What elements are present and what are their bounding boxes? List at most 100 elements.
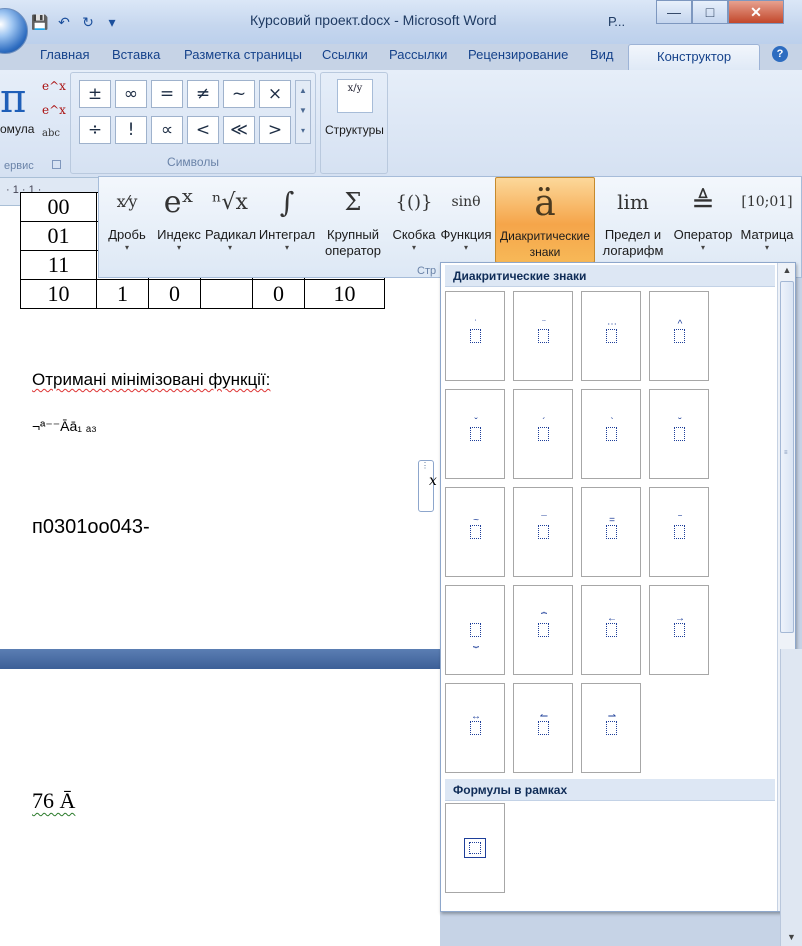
bracket-button[interactable]: {()} Скобка ▾ [391, 177, 437, 263]
tab-view[interactable]: Вид [590, 47, 614, 62]
accent-placeholder-icon: ^ [673, 320, 685, 343]
accent-placeholder-icon: ˘ [673, 418, 685, 441]
symbol-factorial[interactable]: ! [115, 116, 147, 144]
redo-icon[interactable]: ↻ [78, 12, 98, 32]
save-icon[interactable]: 💾 [30, 12, 50, 32]
linear-format-icon[interactable]: e^x [42, 98, 66, 122]
symbol-greater-than[interactable]: > [259, 116, 291, 144]
table-row: 10 1 0 0 10 [20, 279, 385, 309]
radical-button[interactable]: ⁿ√x Радикал ▾ [205, 177, 257, 263]
normal-text-icon[interactable]: abc [42, 122, 66, 146]
close-button[interactable]: ✕ [728, 0, 784, 24]
symbols-scrollbar[interactable]: ▲ ▼ ▾ [295, 80, 311, 144]
symbol-less-than[interactable]: < [187, 116, 219, 144]
structures-group[interactable]: x/y Структуры [320, 72, 388, 174]
accent-placeholder-icon: ‾ [673, 516, 685, 539]
tab-references[interactable]: Ссылки [322, 47, 368, 62]
group-launcher-icon[interactable] [52, 160, 61, 169]
bracket-label: Скобка [392, 227, 436, 242]
minimize-button[interactable]: — [656, 0, 692, 24]
accent-cell[interactable]: ˇ [445, 389, 505, 479]
tools-icons: e^x e^x abc [42, 74, 66, 146]
large-operator-button[interactable]: Σ Крупный оператор [319, 177, 387, 263]
customize-qat-icon[interactable]: ▾ [102, 12, 122, 32]
symbol-much-less[interactable]: ≪ [223, 116, 255, 144]
accent-cell[interactable]: ⋯ [581, 291, 641, 381]
scroll-thumb[interactable]: ≡ [780, 281, 794, 633]
accent-cell[interactable]: = [581, 487, 641, 577]
undo-icon[interactable]: ↶ [54, 12, 74, 32]
symbol-equals[interactable]: = [151, 80, 183, 108]
accent-mark: ‾ [678, 515, 682, 526]
accent-cell[interactable]: ↼ [513, 683, 573, 773]
accent-button[interactable]: ä Диакритические знаки [495, 177, 595, 263]
matrix-icon: [10;01] [741, 194, 793, 210]
table-cell: 01 [20, 221, 97, 251]
maximize-button[interactable]: □ [692, 0, 728, 24]
scroll-up-icon[interactable]: ▲ [780, 265, 794, 279]
symbol-infinity[interactable]: ∞ [115, 80, 147, 108]
tab-home[interactable]: Главная [40, 47, 89, 62]
radical-icon: ⁿ√x [212, 189, 248, 215]
tab-page-layout[interactable]: Разметка страницы [184, 47, 302, 62]
accent-cell[interactable]: ˘ [649, 389, 709, 479]
accent-cell[interactable]: ⏞ [513, 585, 573, 675]
accent-placeholder-icon: ⏟ [469, 623, 481, 648]
accent-cell[interactable]: ^ [649, 291, 709, 381]
accent-cell[interactable]: ` [581, 389, 641, 479]
accent-cell[interactable]: ⇀ [581, 683, 641, 773]
chevron-down-icon: ▾ [176, 243, 181, 252]
accent-cell[interactable]: ¨ [513, 291, 573, 381]
tab-design[interactable]: Конструктор [628, 44, 761, 70]
page-break [0, 649, 440, 669]
script-button[interactable]: eˣ Индекс ▾ [155, 177, 203, 263]
table-cell [200, 279, 253, 309]
structures-footer-label: Стр [417, 265, 437, 277]
equation-label[interactable]: омула [0, 122, 34, 136]
equation-icon[interactable]: π [0, 76, 26, 122]
accent-cell[interactable]: ´ [513, 389, 573, 479]
symbol-times[interactable]: × [259, 80, 291, 108]
fraction-button[interactable]: x⁄y Дробь ▾ [105, 177, 149, 263]
symbol-plus-minus[interactable]: ± [79, 80, 111, 108]
symbol-not-equal[interactable]: ≠ [187, 80, 219, 108]
accent-cell[interactable]: → [649, 585, 709, 675]
accent-placeholder-icon: ⏞ [537, 614, 549, 637]
tab-mailings[interactable]: Рассылки [389, 47, 447, 62]
matrix-button[interactable]: [10;01] Матрица ▾ [737, 177, 797, 263]
integral-button[interactable]: ∫ Интеграл ▾ [257, 177, 317, 263]
equation-handle[interactable]: ⋮ x [418, 460, 437, 512]
document-scrollbar[interactable]: ▼ [780, 649, 802, 946]
table-cell: 00 [20, 192, 97, 222]
accent-mark: ` [610, 417, 614, 428]
accent-cell[interactable]: ¯ [513, 487, 573, 577]
limit-icon: lim [617, 190, 649, 214]
chevron-down-icon: ▾ [411, 243, 416, 252]
symbol-divide[interactable]: ÷ [79, 116, 111, 144]
accent-placeholder-icon: ` [605, 418, 617, 441]
tab-review[interactable]: Рецензирование [468, 47, 568, 62]
professional-format-icon[interactable]: e^x [42, 74, 66, 98]
accent-placeholder-icon: ⋯ [605, 320, 617, 343]
accent-cell[interactable]: ↔ [445, 683, 505, 773]
symbol-tilde[interactable]: ~ [223, 80, 255, 108]
radical-label: Радикал [205, 227, 257, 242]
operator-button[interactable]: ≜ Оператор ▾ [671, 177, 735, 263]
accent-cell[interactable]: ⏟ [445, 585, 505, 675]
accent-placeholder-icon: ⇀ [605, 712, 617, 735]
limit-log-label: Предел и [604, 227, 662, 242]
accent-cell[interactable]: ← [581, 585, 641, 675]
function-button[interactable]: sinθ Функция ▾ [439, 177, 493, 263]
chevron-down-icon: ▾ [227, 243, 232, 252]
structures-icon: x/y [337, 79, 373, 113]
tab-insert[interactable]: Вставка [112, 47, 160, 62]
accent-cell[interactable]: ‾ [649, 487, 709, 577]
accent-cell[interactable]: ˙ [445, 291, 505, 381]
accents-grid: ˙ ¨ ⋯ ^ ˇ ´ ` ˘ ~ ¯ = ‾ ⏟ ⏞ ← → ↔ ↼ ⇀ [445, 291, 709, 773]
scroll-down-icon[interactable]: ▼ [787, 932, 796, 942]
help-icon[interactable]: ? [772, 46, 788, 62]
accent-cell[interactable]: ~ [445, 487, 505, 577]
limit-log-button[interactable]: lim Предел и логарифм [599, 177, 667, 263]
symbol-proportional[interactable]: ∝ [151, 116, 183, 144]
boxed-formula-cell[interactable] [445, 803, 505, 893]
